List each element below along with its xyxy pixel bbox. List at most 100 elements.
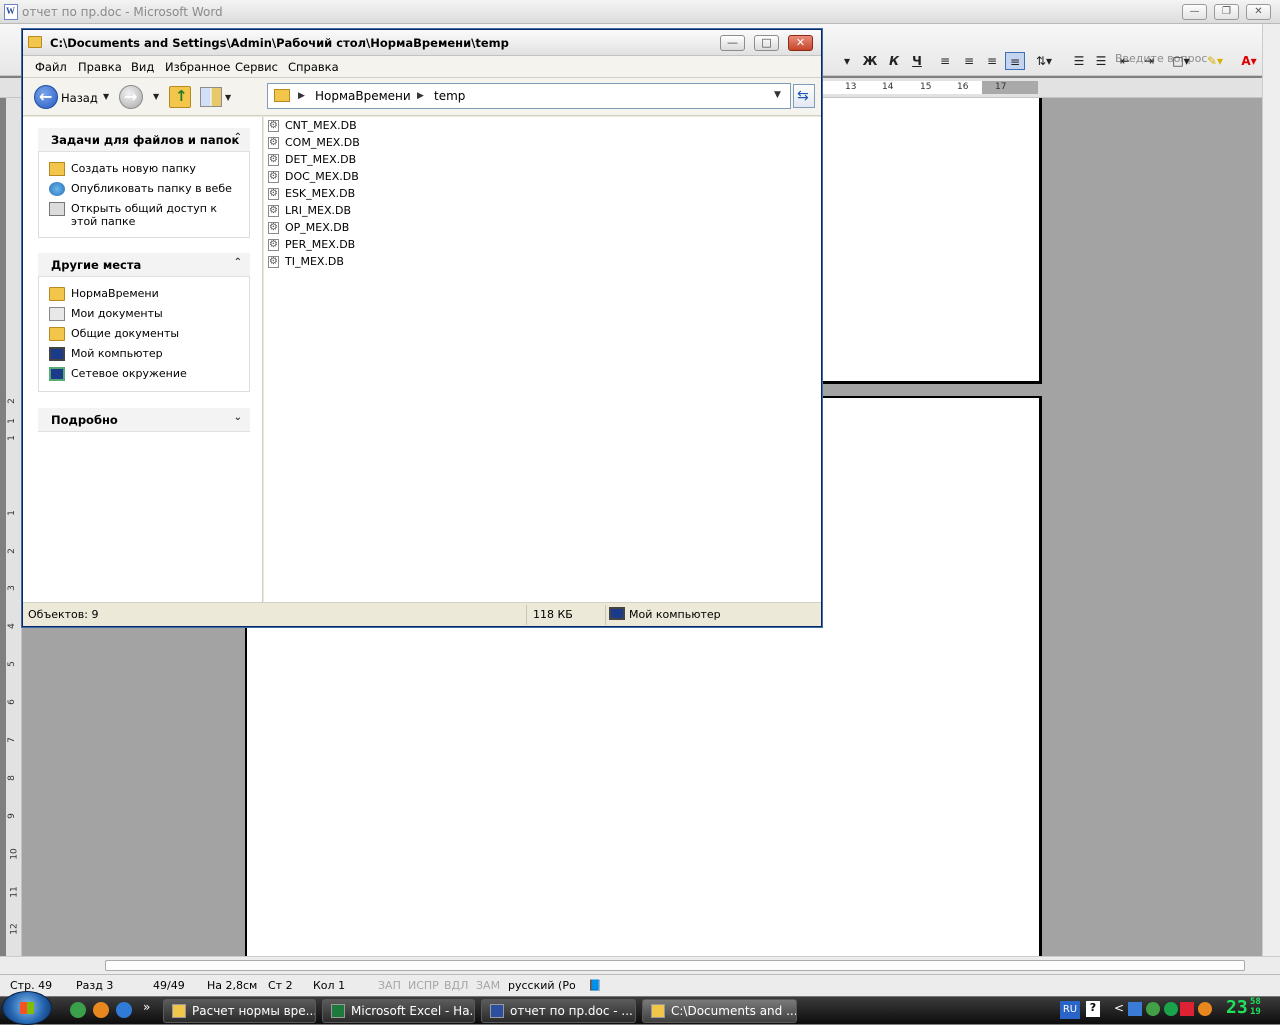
status-trk[interactable]: ИСПР: [408, 979, 439, 992]
file-item[interactable]: DET_MEX.DB: [268, 153, 356, 166]
place-normavremeni[interactable]: НормаВремени: [47, 287, 237, 301]
bulleted-list-icon[interactable]: ☰: [1092, 52, 1110, 70]
back-dropdown-icon[interactable]: ▼: [103, 92, 109, 101]
ruler-mark: 14: [882, 82, 894, 92]
highlight-icon[interactable]: ✎▾: [1200, 52, 1230, 70]
taskbar-task[interactable]: Расчет нормы вре...: [163, 999, 316, 1023]
help-icon[interactable]: ?: [1086, 1001, 1100, 1017]
line-spacing-icon[interactable]: ⇅▾: [1030, 52, 1058, 70]
tray-icon[interactable]: [1146, 1002, 1160, 1016]
tray-icon[interactable]: [1198, 1002, 1212, 1016]
menu-favorites[interactable]: Избранное: [165, 60, 230, 74]
borders-icon[interactable]: □▾: [1167, 52, 1195, 70]
collapse-icon[interactable]: ⌃: [234, 132, 242, 143]
file-item[interactable]: PER_MEX.DB: [268, 238, 355, 251]
start-button[interactable]: [2, 991, 52, 1025]
task-new-folder[interactable]: Создать новую папку: [47, 162, 237, 176]
file-item[interactable]: DOC_MEX.DB: [268, 170, 359, 183]
breadcrumb-separator-icon[interactable]: ▶: [298, 91, 305, 101]
taskbar-task[interactable]: C:\Documents and ...: [642, 999, 797, 1023]
breadcrumb-item[interactable]: temp: [434, 89, 465, 103]
task-share-folder[interactable]: Открыть общий доступ к этой папке: [47, 202, 237, 228]
explorer-titlebar[interactable]: C:\Documents and Settings\Admin\Рабочий …: [23, 30, 821, 56]
details-panel-header[interactable]: Подробно ⌄: [38, 408, 250, 432]
places-panel-header[interactable]: Другие места ⌃: [38, 253, 250, 277]
vruler-mark: 1: [6, 418, 17, 424]
tray-expand-icon[interactable]: <: [1114, 1001, 1124, 1015]
task-publish-web[interactable]: Опубликовать папку в вебе: [47, 182, 237, 196]
breadcrumb-item[interactable]: НормаВремени: [315, 89, 411, 103]
browser-icon[interactable]: [93, 1002, 109, 1018]
folder-up-icon[interactable]: [169, 86, 191, 108]
utorrent-icon[interactable]: [70, 1002, 86, 1018]
tasks-panel-header[interactable]: Задачи для файлов и папок ⌃: [38, 128, 250, 152]
word-restore-button[interactable]: ❐: [1214, 4, 1239, 20]
status-rec[interactable]: ЗАП: [378, 979, 401, 992]
explorer-maximize-button[interactable]: □: [754, 35, 779, 51]
place-label: Сетевое окружение: [71, 367, 187, 380]
refresh-icon[interactable]: [793, 84, 815, 108]
menu-help[interactable]: Справка: [288, 60, 339, 74]
clock[interactable]: 23 58 19: [1226, 997, 1261, 1018]
back-arrow-icon[interactable]: [34, 85, 58, 109]
app-icon[interactable]: [116, 1002, 132, 1018]
file-item[interactable]: COM_MEX.DB: [268, 136, 360, 149]
explorer-close-button[interactable]: ✕: [788, 35, 813, 51]
document-page[interactable]: [822, 98, 1042, 384]
place-network[interactable]: Сетевое окружение: [47, 367, 237, 381]
align-center-icon[interactable]: ≡: [960, 52, 978, 70]
task-label: отчет по пр.doc - ...: [510, 1004, 633, 1018]
file-item[interactable]: ESK_MEX.DB: [268, 187, 355, 200]
menu-view[interactable]: Вид: [131, 60, 154, 74]
forward-arrow-icon[interactable]: [119, 85, 143, 109]
vertical-scrollbar[interactable]: [1262, 24, 1280, 956]
underline-button[interactable]: Ч: [909, 52, 925, 70]
file-item[interactable]: CNT_MEX.DB: [268, 119, 357, 132]
scroll-thumb[interactable]: [105, 960, 1245, 971]
menu-edit[interactable]: Правка: [78, 60, 122, 74]
address-dropdown-icon[interactable]: ▼: [774, 90, 781, 100]
horizontal-scrollbar[interactable]: [0, 956, 1280, 974]
utorrent-tray-icon[interactable]: [1164, 1002, 1178, 1016]
word-minimize-button[interactable]: —: [1182, 4, 1207, 20]
decrease-indent-icon[interactable]: ⇤: [1116, 52, 1134, 70]
place-my-computer[interactable]: Мой компьютер: [47, 347, 237, 361]
font-color-icon[interactable]: A▾: [1234, 52, 1264, 70]
status-ovr[interactable]: ЗАМ: [476, 979, 500, 992]
taskbar-task[interactable]: Microsoft Excel - На...: [322, 999, 475, 1023]
numbered-list-icon[interactable]: ☰: [1070, 52, 1088, 70]
back-button[interactable]: Назад: [61, 91, 98, 105]
language-indicator[interactable]: RU: [1060, 1001, 1080, 1019]
address-bar[interactable]: ▶ НормаВремени ▶ temp ▼: [267, 83, 791, 109]
network-tray-icon[interactable]: [1128, 1002, 1142, 1016]
forward-dropdown-icon[interactable]: ▼: [153, 92, 159, 101]
explorer-minimize-button[interactable]: —: [720, 35, 745, 51]
align-left-icon[interactable]: ≡: [936, 52, 954, 70]
breadcrumb-separator-icon[interactable]: ▶: [417, 91, 424, 101]
file-item[interactable]: LRI_MEX.DB: [268, 204, 351, 217]
place-shared-documents[interactable]: Общие документы: [47, 327, 237, 341]
show-more-icon[interactable]: »: [143, 1000, 150, 1014]
justify-icon[interactable]: ≡: [1005, 52, 1025, 70]
tray-icon[interactable]: [1180, 1002, 1194, 1016]
task-label: Открыть общий доступ к этой папке: [71, 202, 218, 228]
italic-button[interactable]: К: [886, 52, 902, 70]
align-right-icon[interactable]: ≡: [983, 52, 1001, 70]
file-item[interactable]: TI_MEX.DB: [268, 255, 344, 268]
expand-icon[interactable]: ⌄: [234, 412, 242, 423]
menu-file[interactable]: Файл: [35, 60, 67, 74]
file-item[interactable]: OP_MEX.DB: [268, 221, 349, 234]
spelling-status-icon[interactable]: 📘: [588, 979, 602, 992]
status-ext[interactable]: ВДЛ: [444, 979, 468, 992]
place-my-documents[interactable]: Мои документы: [47, 307, 237, 321]
bold-button[interactable]: Ж: [862, 52, 878, 70]
views-icon[interactable]: [200, 87, 222, 107]
increase-indent-icon[interactable]: ⇥: [1140, 52, 1158, 70]
menu-tools[interactable]: Сервис: [235, 60, 278, 74]
taskbar-task[interactable]: отчет по пр.doc - ...: [481, 999, 636, 1023]
font-size-dropdown-icon[interactable]: ▾: [840, 52, 854, 70]
task-label: Создать новую папку: [71, 162, 196, 175]
collapse-icon[interactable]: ⌃: [234, 257, 242, 268]
views-dropdown-icon[interactable]: ▼: [225, 93, 231, 102]
word-close-button[interactable]: ✕: [1246, 4, 1271, 20]
